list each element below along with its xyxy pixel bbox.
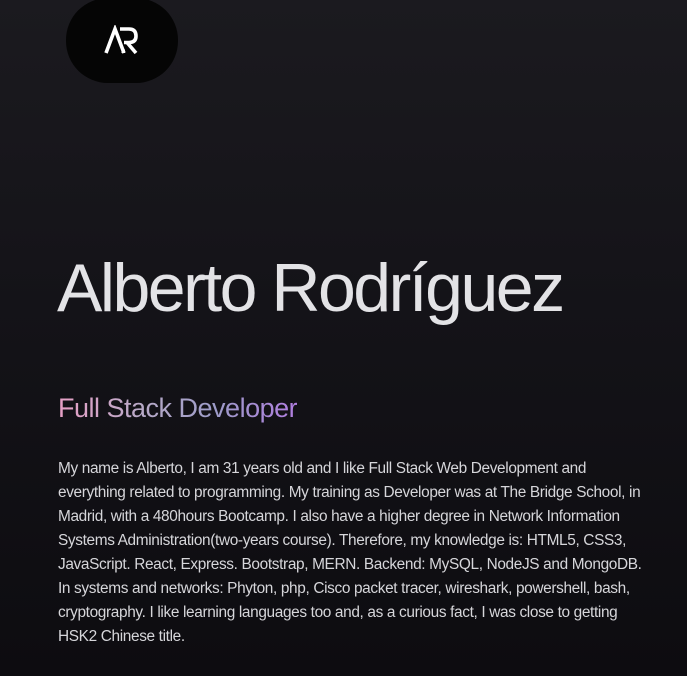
hero-bio: My name is Alberto, I am 31 years old an… xyxy=(58,460,642,645)
hero-role: Full Stack Developer xyxy=(58,390,298,426)
logo-link[interactable] xyxy=(66,0,178,83)
ar-monogram-icon xyxy=(104,24,138,54)
hero-name: Alberto Rodríguez xyxy=(57,250,565,326)
